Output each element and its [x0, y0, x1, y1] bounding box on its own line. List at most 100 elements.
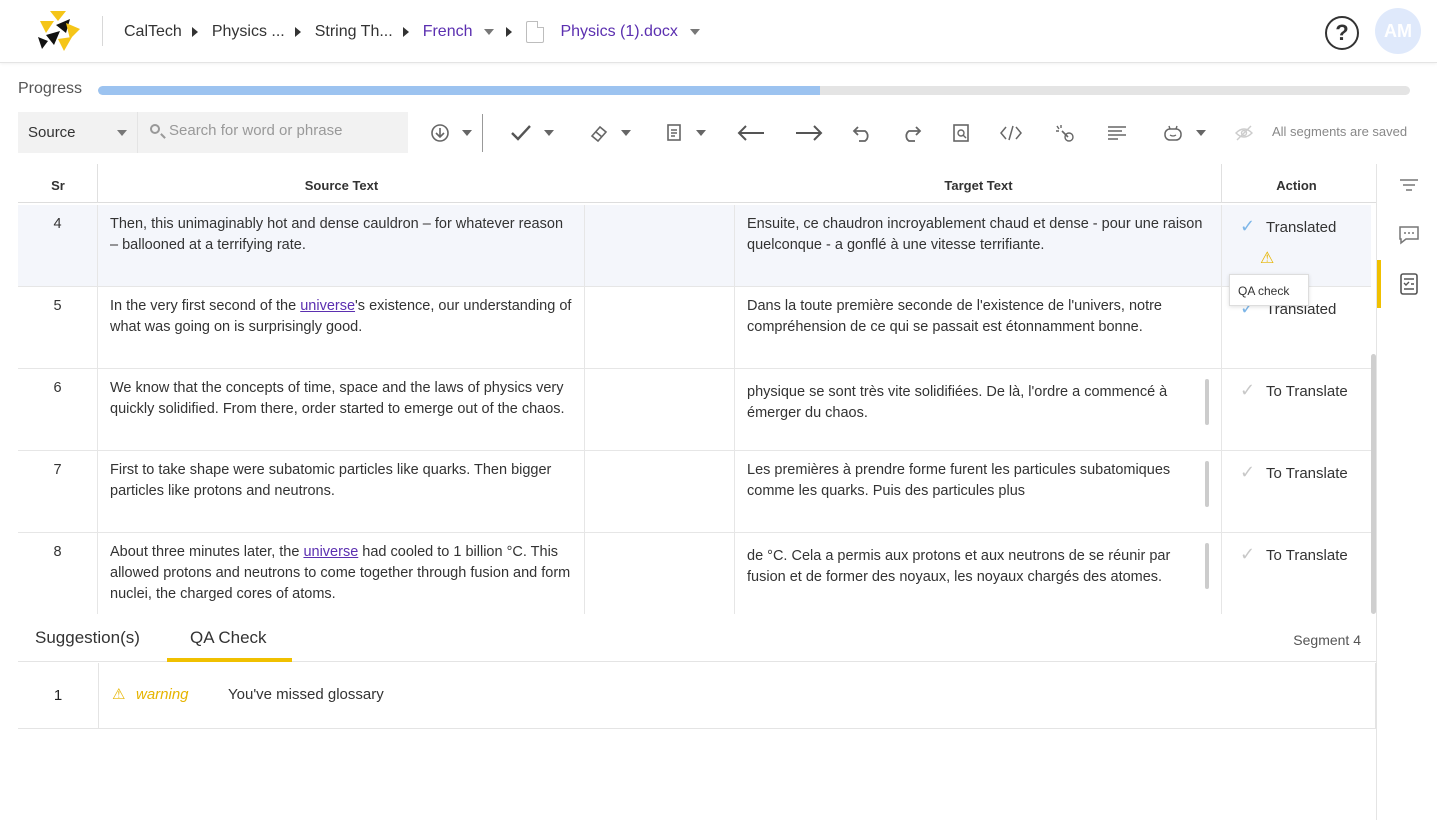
toolbar-divider	[482, 114, 483, 152]
target-text[interactable]: Ensuite, ce chaudron incroyablement chau…	[735, 205, 1222, 286]
search-input[interactable]	[169, 122, 399, 139]
redo-button[interactable]	[898, 118, 924, 146]
copy-icon	[667, 123, 682, 141]
table-row[interactable]: 5 In the very first second of the univer…	[18, 287, 1371, 369]
copy-source-button[interactable]	[662, 118, 710, 146]
avatar[interactable]: AM	[1375, 8, 1421, 54]
segment-label: Segment 4	[1293, 632, 1361, 648]
target-text[interactable]: Dans la toute première seconde de l'exis…	[735, 287, 1222, 368]
save-status: All segments are saved	[1272, 124, 1408, 139]
source-select-label: Source	[28, 124, 76, 141]
column-header-action[interactable]: Action	[1222, 178, 1371, 193]
magic-translate-icon	[1056, 124, 1074, 142]
breadcrumb: CalTech Physics ... String Th... French …	[124, 20, 712, 44]
eraser-button[interactable]	[586, 118, 634, 146]
filter-icon[interactable]	[1397, 176, 1421, 200]
bottom-tabs: Suggestion(s) QA Check Segment 4	[18, 614, 1376, 662]
editor-toolbar: Source Search for word or phrase All seg…	[18, 112, 1428, 154]
confirm-button[interactable]	[506, 118, 558, 146]
warning-icon[interactable]: ⚠	[1260, 248, 1274, 269]
alignment-button[interactable]	[1102, 118, 1132, 146]
table-row[interactable]: 6 We know that the concepts of time, spa…	[18, 369, 1371, 451]
target-text[interactable]: de °C. Cela a permis aux protons et aux …	[735, 533, 1222, 614]
translated-check-icon[interactable]: ✓	[1240, 216, 1260, 237]
untranslated-check-icon[interactable]: ✓	[1240, 462, 1260, 483]
segment-number: 6	[18, 369, 98, 450]
segment-number: 4	[18, 205, 98, 286]
app-logo[interactable]	[36, 9, 82, 53]
file-dropdown-icon[interactable]	[689, 29, 700, 35]
column-header-sr[interactable]: Sr	[18, 178, 98, 193]
breadcrumb-language[interactable]: French	[423, 23, 473, 41]
glossary-term[interactable]: universe	[303, 544, 358, 560]
caret-right-icon	[191, 27, 198, 37]
eye-off-icon	[1235, 125, 1253, 141]
eraser-icon	[591, 125, 608, 142]
search-box	[138, 112, 408, 153]
docx-file-icon	[526, 21, 545, 43]
qa-check-tooltip: QA check	[1229, 274, 1309, 306]
cell-scrollbar[interactable]	[1205, 543, 1209, 589]
source-text: First to take shape were subatomic parti…	[98, 451, 585, 532]
action-cell: ✓ To Translate	[1222, 369, 1371, 450]
table-row[interactable]: 4 Then, this unimaginably hot and dense …	[18, 205, 1371, 287]
caret-right-icon	[506, 27, 513, 37]
table-row[interactable]: 7 First to take shape were subatomic par…	[18, 451, 1371, 533]
target-text[interactable]: physique se sont très vite solidifiées. …	[735, 369, 1222, 450]
cell-scrollbar[interactable]	[1205, 379, 1209, 425]
chevron-down-icon	[543, 129, 554, 136]
untranslated-check-icon[interactable]: ✓	[1240, 544, 1260, 565]
untranslated-check-icon[interactable]: ✓	[1240, 380, 1260, 401]
align-text-icon	[1108, 125, 1126, 140]
toggle-visibility-button[interactable]	[1232, 118, 1256, 146]
right-side-panel	[1376, 164, 1437, 820]
comments-icon[interactable]	[1397, 224, 1421, 248]
breadcrumb-file[interactable]: Physics (1).docx	[560, 23, 677, 41]
help-icon[interactable]: ?	[1325, 16, 1359, 50]
previous-segment-button[interactable]	[734, 118, 768, 146]
target-text[interactable]: Les premières à prendre forme furent les…	[735, 451, 1222, 532]
arrow-right-icon	[796, 125, 823, 141]
auto-translate-button[interactable]	[1050, 118, 1080, 146]
progress-bar-fill	[98, 86, 820, 95]
preview-button[interactable]	[948, 118, 974, 146]
glossary-term[interactable]: universe	[300, 298, 355, 314]
chevron-down-icon	[695, 129, 706, 136]
chevron-down-icon	[620, 129, 631, 136]
source-text: We know that the concepts of time, space…	[98, 369, 585, 450]
source-text: In the very first second of the universe…	[98, 287, 585, 368]
download-button[interactable]	[426, 118, 476, 146]
breadcrumb-project[interactable]: Physics ...	[212, 23, 285, 41]
segment-status: To Translate	[1266, 383, 1348, 400]
next-segment-button[interactable]	[792, 118, 826, 146]
checkmark-icon	[511, 124, 532, 141]
chevron-down-icon	[1195, 129, 1206, 136]
segment-number: 5	[18, 287, 98, 368]
column-header-target[interactable]: Target Text	[735, 178, 1222, 193]
source-text: About three minutes later, the universe …	[98, 533, 585, 614]
progress-bar	[98, 86, 1410, 95]
breadcrumb-org[interactable]: CalTech	[124, 23, 182, 41]
undo-icon	[852, 126, 869, 142]
breadcrumb-subproject[interactable]: String Th...	[315, 23, 393, 41]
active-panel-indicator	[1377, 260, 1381, 308]
match-cell	[585, 205, 735, 286]
segments-grid: Sr Source Text Target Text Action 4 Then…	[18, 164, 1376, 614]
table-row[interactable]: 8 About three minutes later, the univers…	[18, 533, 1371, 614]
language-dropdown-icon[interactable]	[484, 29, 495, 35]
document-search-icon	[953, 123, 969, 142]
source-select[interactable]: Source	[18, 112, 138, 153]
qa-issue-row[interactable]: 1 ⚠ warning You've missed glossary	[18, 663, 1376, 729]
header-divider	[102, 16, 103, 46]
qa-checklist-icon[interactable]	[1397, 272, 1421, 296]
undo-button[interactable]	[850, 118, 876, 146]
caret-right-icon	[294, 27, 301, 37]
tags-button[interactable]	[996, 118, 1026, 146]
cell-scrollbar[interactable]	[1205, 461, 1209, 507]
arrow-left-icon	[737, 125, 764, 141]
tab-suggestions[interactable]: Suggestion(s)	[35, 628, 140, 648]
column-header-source[interactable]: Source Text	[98, 178, 585, 193]
tab-qa-check[interactable]: QA Check	[190, 628, 267, 648]
segment-number: 8	[18, 533, 98, 614]
ai-assistant-button[interactable]	[1158, 118, 1210, 146]
